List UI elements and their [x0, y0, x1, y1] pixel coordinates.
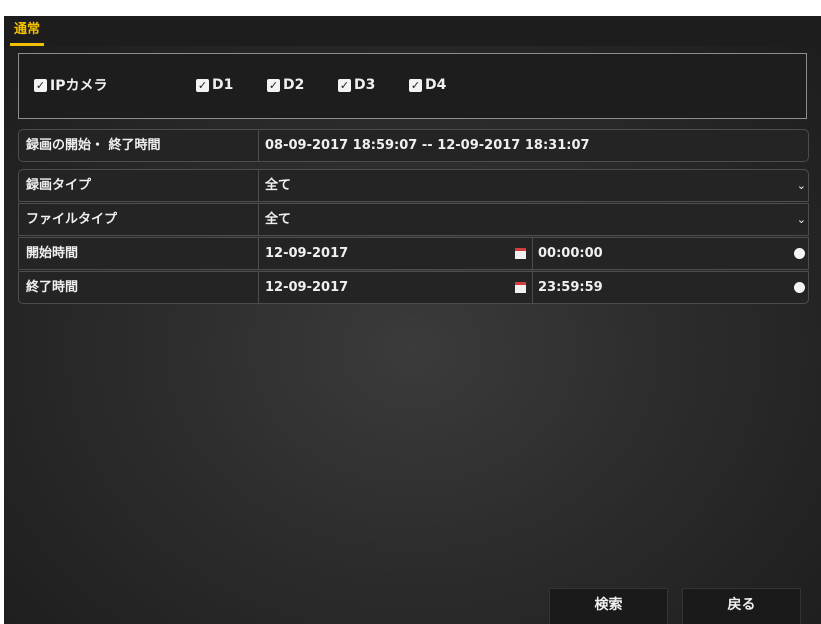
- tab-bar: 通常: [4, 16, 821, 46]
- record-type-row[interactable]: 録画タイプ 全て ⌄: [18, 169, 809, 202]
- start-time-label: 開始時間: [19, 238, 259, 269]
- camera-label: D4: [425, 77, 447, 93]
- record-type-select[interactable]: 全て: [265, 170, 291, 201]
- screen: 通常 ✓ IPカメラ ✓ D1 ✓ D2 ✓ D3 ✓ D4 録画の開始・ 終了…: [0, 0, 821, 624]
- camera-checkbox-d4[interactable]: ✓ D4: [409, 76, 446, 94]
- chevron-down-icon[interactable]: ⌄: [797, 170, 806, 201]
- divider: [532, 238, 533, 269]
- camera-label: D1: [212, 77, 234, 93]
- end-time-field[interactable]: 23:59:59: [538, 272, 603, 303]
- clock-icon[interactable]: [794, 282, 805, 293]
- calendar-icon[interactable]: [515, 248, 526, 259]
- record-range-value: 08-09-2017 18:59:07 -- 12-09-2017 18:31:…: [265, 138, 590, 153]
- end-time-label: 終了時間: [19, 272, 259, 303]
- tab-normal[interactable]: 通常: [10, 19, 45, 46]
- check-icon: ✓: [338, 78, 351, 92]
- clock-icon[interactable]: [794, 248, 805, 259]
- divider: [532, 272, 533, 303]
- camera-label: D3: [354, 77, 376, 93]
- camera-checkbox-ip[interactable]: ✓ IPカメラ: [34, 76, 107, 94]
- file-type-label: ファイルタイプ: [19, 204, 259, 235]
- calendar-icon[interactable]: [515, 282, 526, 293]
- file-type-row[interactable]: ファイルタイプ 全て ⌄: [18, 203, 809, 236]
- end-date-field[interactable]: 12-09-2017: [265, 272, 348, 303]
- camera-checkbox-d1[interactable]: ✓ D1: [196, 76, 233, 94]
- camera-selection: ✓ IPカメラ ✓ D1 ✓ D2 ✓ D3 ✓ D4: [18, 53, 807, 119]
- start-time-field[interactable]: 00:00:00: [538, 238, 603, 269]
- search-button[interactable]: 検索: [549, 588, 668, 624]
- camera-label: IPカメラ: [50, 78, 108, 94]
- check-icon: ✓: [196, 78, 209, 92]
- dvr-panel: 通常 ✓ IPカメラ ✓ D1 ✓ D2 ✓ D3 ✓ D4 録画の開始・ 終了…: [4, 16, 821, 624]
- camera-checkbox-d2[interactable]: ✓ D2: [267, 76, 304, 94]
- file-type-select[interactable]: 全て: [265, 204, 291, 235]
- camera-checkbox-d3[interactable]: ✓ D3: [338, 76, 375, 94]
- check-icon: ✓: [267, 78, 280, 92]
- check-icon: ✓: [409, 78, 422, 92]
- check-icon: ✓: [34, 78, 47, 92]
- camera-label: D2: [283, 77, 305, 93]
- end-time-row: 終了時間 12-09-2017 23:59:59: [18, 271, 809, 304]
- start-time-row: 開始時間 12-09-2017 00:00:00: [18, 237, 809, 270]
- record-range-row: 録画の開始・ 終了時間 08-09-2017 18:59:07 -- 12-09…: [18, 129, 809, 162]
- chevron-down-icon[interactable]: ⌄: [797, 204, 806, 235]
- record-range-label: 録画の開始・ 終了時間: [19, 130, 259, 161]
- back-button[interactable]: 戻る: [682, 588, 801, 624]
- start-date-field[interactable]: 12-09-2017: [265, 238, 348, 269]
- record-type-label: 録画タイプ: [19, 170, 259, 201]
